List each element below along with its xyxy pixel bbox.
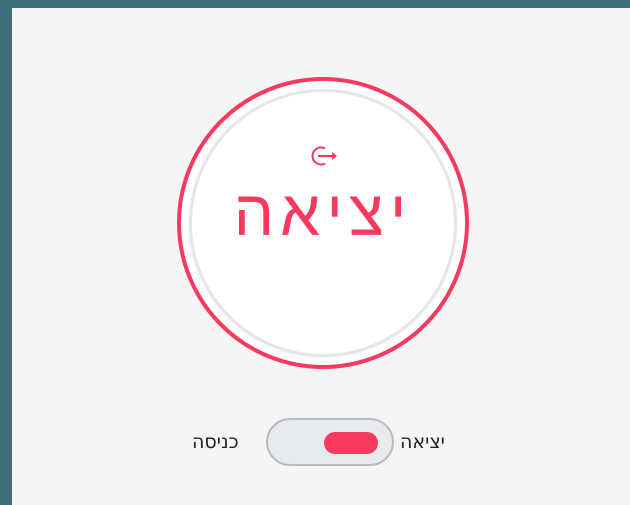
exit-icon xyxy=(311,146,337,166)
toggle-knob xyxy=(324,432,378,454)
mode-toggle-row: כניסה יציאה xyxy=(12,418,630,468)
exit-button-ring: יציאה xyxy=(177,77,469,369)
exit-button[interactable]: יציאה xyxy=(192,92,454,354)
app-panel: יציאה כניסה יציאה xyxy=(12,8,630,505)
toggle-label-exit: יציאה xyxy=(400,431,445,453)
exit-button-label: יציאה xyxy=(233,177,413,251)
toggle-label-entry: כניסה xyxy=(192,431,239,453)
mode-toggle-switch[interactable] xyxy=(266,418,394,466)
